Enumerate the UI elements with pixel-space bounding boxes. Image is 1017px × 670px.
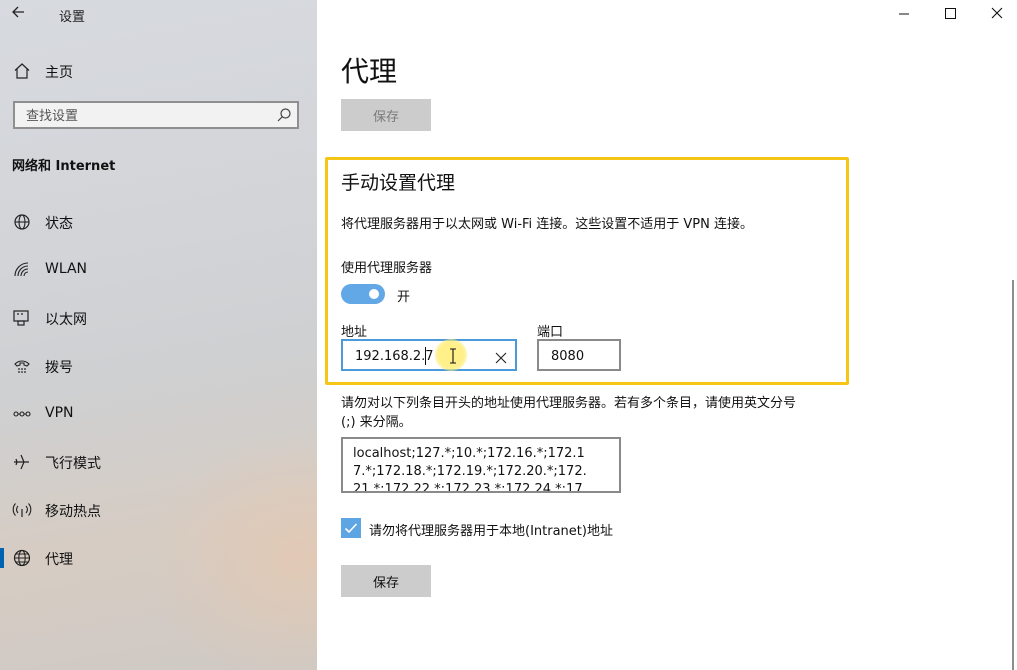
exceptions-description: 请勿对以下列条目开头的地址使用代理服务器。若有多个条目，请使用英文分号 (;) …	[341, 396, 797, 430]
back-arrow-icon	[12, 6, 24, 18]
sidebar-item-vpn[interactable]: VPN	[0, 396, 317, 432]
active-indicator	[0, 548, 4, 568]
sidebar-item-label: 拨号	[45, 360, 73, 376]
close-button[interactable]	[971, 0, 1017, 28]
maximize-button[interactable]	[927, 0, 973, 28]
title-bar: 设置	[0, 0, 317, 30]
sidebar-item-wlan[interactable]: WLAN	[0, 252, 317, 288]
port-input[interactable]	[549, 346, 613, 366]
toggle-knob	[369, 289, 379, 299]
exceptions-textarea[interactable]: localhost;127.*;10.*;172.16.*;172.17.*;1…	[341, 437, 621, 493]
address-field[interactable]	[341, 339, 517, 371]
bypass-local-checkbox[interactable]	[341, 518, 361, 538]
address-input[interactable]	[353, 346, 489, 366]
proxy-globe-icon	[12, 548, 32, 568]
maximize-icon	[945, 8, 956, 19]
text-caret	[425, 347, 426, 365]
sidebar-item-mobile-hotspot[interactable]: 移动热点	[0, 492, 317, 528]
sidebar-item-label: 状态	[45, 216, 73, 232]
sidebar-item-home[interactable]: 主页	[0, 56, 317, 86]
ethernet-icon	[12, 308, 32, 328]
use-proxy-label: 使用代理服务器	[341, 261, 433, 276]
page-title: 代理	[341, 55, 398, 88]
sidebar-item-label: 代理	[45, 552, 73, 568]
scrollbar[interactable]	[1012, 280, 1014, 670]
close-icon	[991, 7, 1003, 19]
sidebar-item-dialup[interactable]: 拨号	[0, 348, 317, 384]
manual-proxy-section-title: 手动设置代理	[341, 172, 456, 194]
minimize-button[interactable]	[881, 0, 927, 28]
manual-proxy-description: 将代理服务器用于以太网或 Wi-Fi 连接。这些设置不适用于 VPN 连接。	[341, 217, 754, 232]
sidebar-section-title: 网络和 Internet	[12, 159, 116, 174]
dialup-icon	[12, 356, 32, 376]
port-field[interactable]	[537, 339, 621, 371]
minimize-icon	[899, 13, 909, 15]
sidebar-item-label: 以太网	[45, 312, 87, 328]
use-proxy-toggle[interactable]	[341, 284, 385, 304]
main-content: 代理 保存 手动设置代理 将代理服务器用于以太网或 Wi-Fi 连接。这些设置不…	[317, 0, 1017, 670]
checkmark-icon	[344, 523, 358, 534]
address-label: 地址	[341, 325, 368, 340]
search-input[interactable]	[24, 106, 268, 126]
sidebar-item-proxy[interactable]: 代理	[0, 540, 317, 576]
search-icon[interactable]	[276, 107, 292, 123]
wifi-icon	[12, 260, 32, 280]
hotspot-icon	[12, 500, 32, 520]
bottom-save-button[interactable]: 保存	[341, 565, 431, 597]
back-button[interactable]	[10, 4, 32, 24]
vpn-icon	[12, 404, 32, 424]
exceptions-value: localhost;127.*;10.*;172.16.*;172.17.*;1…	[353, 446, 587, 493]
port-label: 端口	[537, 325, 564, 340]
airplane-icon	[12, 452, 32, 472]
clear-icon[interactable]	[495, 349, 507, 364]
sidebar-item-ethernet[interactable]: 以太网	[0, 300, 317, 336]
sidebar-home-label: 主页	[45, 65, 73, 81]
sidebar-item-label: VPN	[45, 405, 74, 421]
top-save-button[interactable]: 保存	[341, 99, 431, 131]
sidebar-item-status[interactable]: 状态	[0, 204, 317, 240]
search-box[interactable]	[13, 101, 299, 129]
bypass-local-label: 请勿将代理服务器用于本地(Intranet)地址	[369, 524, 613, 539]
ibeam-cursor-icon	[449, 348, 457, 364]
sidebar-item-label: 移动热点	[45, 504, 101, 520]
app-title: 设置	[59, 10, 86, 25]
home-icon	[12, 61, 32, 81]
sidebar: 设置 主页 网络和 Internet 状态	[0, 0, 317, 670]
sidebar-item-label: 飞行模式	[45, 456, 101, 472]
status-globe-icon	[12, 212, 32, 232]
sidebar-item-label: WLAN	[45, 261, 88, 277]
toggle-state-label: 开	[397, 290, 411, 305]
sidebar-item-airplane-mode[interactable]: 飞行模式	[0, 444, 317, 480]
